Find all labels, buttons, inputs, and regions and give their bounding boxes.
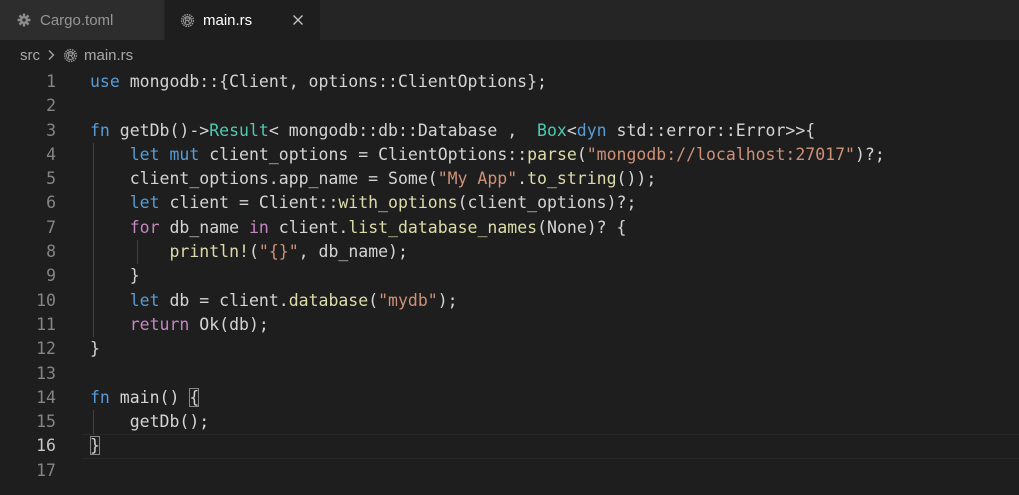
line-number: 6	[46, 193, 56, 213]
code-line[interactable]: 10 let db = client.database("mydb");	[0, 289, 1019, 313]
code-text: let db = client.database("mydb");	[129, 290, 458, 310]
tab-bar: Cargo.toml main.rs	[0, 0, 1019, 40]
line-number: 2	[46, 96, 56, 116]
code-line[interactable]: 3 fn getDb()->Result< mongodb::db::Databa…	[0, 119, 1019, 143]
line-number: 16	[36, 436, 56, 456]
code-line-current[interactable]: 16}	[0, 434, 1019, 460]
line-number: 5	[46, 169, 56, 189]
breadcrumb-file[interactable]: main.rs	[84, 47, 133, 64]
code-line[interactable]: 9 }	[0, 264, 1019, 288]
code-line[interactable]: 1 use mongodb::{Client, options::ClientOp…	[0, 70, 1019, 94]
code-text: let client = Client::with_options(client…	[129, 193, 637, 213]
code-line[interactable]: 2	[0, 94, 1019, 118]
close-icon[interactable]	[290, 12, 306, 28]
tab-label: Cargo.toml	[40, 11, 114, 29]
chevron-right-icon	[46, 49, 56, 61]
line-number: 17	[36, 460, 56, 480]
code-text: }	[90, 339, 100, 359]
breadcrumb: src main.rs	[0, 40, 1019, 70]
breadcrumb-folder[interactable]: src	[20, 47, 40, 64]
line-number: 15	[36, 412, 56, 432]
code-line[interactable]: 4 let mut client_options = ClientOptions…	[0, 143, 1019, 167]
code-text: use mongodb::{Client, options::ClientOpt…	[90, 72, 547, 91]
code-text: for db_name in client.list_database_name…	[129, 217, 627, 237]
line-number: 10	[36, 290, 56, 310]
rust-icon	[179, 12, 195, 28]
code-text: getDb();	[90, 412, 210, 432]
code-text: let mut client_options = ClientOptions::…	[129, 144, 885, 164]
code-line[interactable]: 14 fn main() {	[0, 386, 1019, 410]
tab-cargo-toml[interactable]: Cargo.toml	[0, 0, 165, 40]
gear-icon	[16, 12, 32, 28]
line-number: 8	[46, 242, 56, 262]
code-text: }	[90, 266, 140, 286]
code-text: println!("{}", db_name);	[169, 242, 408, 262]
line-number: 4	[46, 144, 56, 164]
code-text: }	[90, 436, 100, 456]
code-line[interactable]: 12}	[0, 337, 1019, 361]
line-number: 1	[46, 72, 56, 91]
rust-icon	[62, 47, 78, 63]
tab-main-rs[interactable]: main.rs	[165, 0, 320, 40]
code-line[interactable]: 15 getDb();	[0, 410, 1019, 434]
line-number: 7	[46, 217, 56, 237]
code-line[interactable]: 11 return Ok(db);	[0, 313, 1019, 337]
code-line[interactable]: 8 println!("{}", db_name);	[0, 240, 1019, 264]
code-editor[interactable]: 1 use mongodb::{Client, options::ClientOp…	[0, 70, 1019, 495]
code-text: fn getDb()->Result< mongodb::db::Databas…	[90, 120, 816, 140]
line-number: 3	[46, 120, 56, 140]
line-number: 13	[36, 363, 56, 383]
code-text: client_options.app_name = Some("My App".…	[90, 169, 657, 189]
code-line[interactable]: 7 for db_name in client.list_database_na…	[0, 216, 1019, 240]
code-line[interactable]: 6 let client = Client::with_options(clie…	[0, 191, 1019, 215]
line-number: 12	[36, 339, 56, 359]
code-line[interactable]: 5 client_options.app_name = Some("My App…	[0, 167, 1019, 191]
code-text: fn main() {	[90, 387, 200, 407]
code-text: return Ok(db);	[129, 314, 269, 334]
code-line[interactable]: 13	[0, 362, 1019, 386]
line-number: 9	[46, 266, 56, 286]
code-line[interactable]: 17	[0, 459, 1019, 483]
tab-label: main.rs	[203, 11, 253, 29]
line-number: 14	[36, 387, 56, 407]
line-number: 11	[36, 314, 56, 334]
